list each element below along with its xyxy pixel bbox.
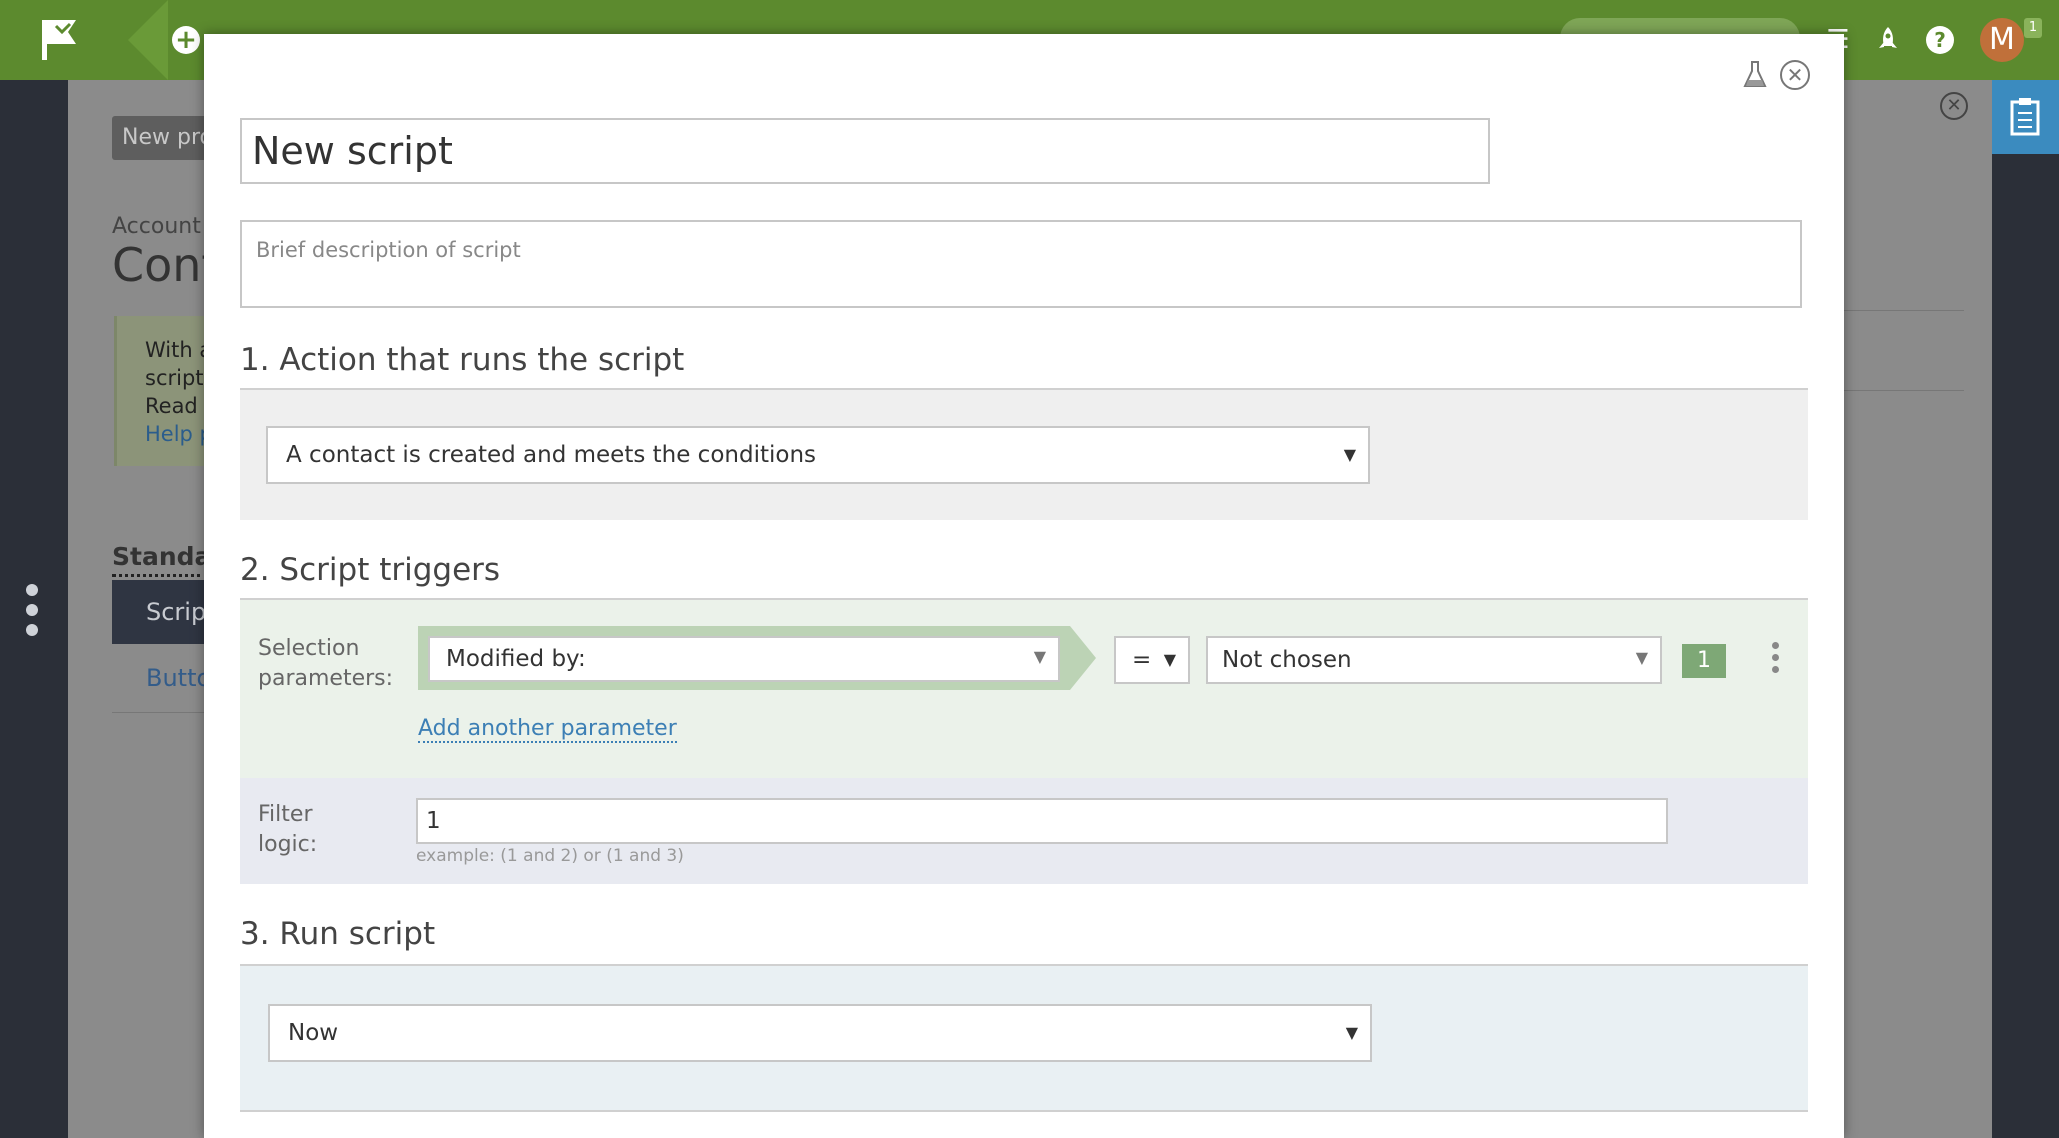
parameter-value: Not chosen bbox=[1222, 647, 1352, 673]
script-editor-modal: ✕ New script Brief description of script… bbox=[204, 34, 1844, 1138]
description-input[interactable]: Brief description of script bbox=[240, 220, 1802, 308]
right-panel-tab[interactable] bbox=[1992, 80, 2059, 154]
plus-icon[interactable]: + bbox=[172, 26, 200, 54]
divider bbox=[1840, 390, 1964, 391]
section-title-triggers: 2. Script triggers bbox=[240, 552, 501, 588]
flag-logo-icon[interactable] bbox=[40, 18, 78, 62]
label-line: Filter bbox=[258, 802, 313, 827]
parameter-index-badge: 1 bbox=[1682, 644, 1726, 678]
filter-logic-input[interactable]: 1 bbox=[416, 798, 1668, 844]
operator-select[interactable]: = ▼ bbox=[1114, 636, 1190, 684]
clipboard-icon bbox=[2010, 98, 2040, 136]
dropdown-arrow-icon: ▼ bbox=[1163, 650, 1176, 669]
label-line: Selection bbox=[258, 636, 360, 661]
notification-badge: 1 bbox=[2024, 18, 2042, 38]
parameter-field-select[interactable]: Modified by: ▼ bbox=[428, 636, 1060, 682]
section-heading: Standa bbox=[112, 542, 212, 571]
divider bbox=[112, 574, 208, 577]
label-line: logic: bbox=[258, 832, 318, 857]
info-note: With a scripts Read r Help p bbox=[114, 316, 214, 466]
parameter-chevron-tip bbox=[1070, 626, 1096, 690]
label-line: parameters: bbox=[258, 666, 394, 691]
action-select[interactable]: A contact is created and meets the condi… bbox=[266, 426, 1370, 484]
new-process-button[interactable]: New pro bbox=[112, 116, 212, 160]
dropdown-arrow-icon: ▼ bbox=[1033, 647, 1046, 666]
dropdown-arrow-icon: ▼ bbox=[1345, 1023, 1358, 1042]
rocket-icon[interactable] bbox=[1872, 24, 1904, 56]
close-icon[interactable]: ✕ bbox=[1780, 60, 1810, 90]
tab-buttons[interactable]: Butto bbox=[146, 664, 211, 692]
parameter-value-select[interactable]: Not chosen ▼ bbox=[1206, 636, 1662, 684]
tab-scripts[interactable]: Scrip bbox=[112, 580, 208, 644]
right-sidebar bbox=[1992, 80, 2059, 1138]
divider bbox=[112, 712, 208, 713]
dropdown-arrow-icon: ▼ bbox=[1343, 445, 1356, 464]
svg-text:?: ? bbox=[1934, 28, 1946, 52]
run-script-value: Now bbox=[288, 1020, 339, 1046]
close-icon[interactable]: ✕ bbox=[1940, 92, 1968, 120]
kebab-icon[interactable] bbox=[26, 584, 40, 644]
flask-icon[interactable] bbox=[1742, 60, 1768, 90]
parameter-field-value: Modified by: bbox=[446, 646, 586, 672]
operator-value: = bbox=[1132, 647, 1152, 673]
run-script-select[interactable]: Now ▼ bbox=[268, 1004, 1372, 1062]
kebab-icon[interactable] bbox=[1772, 642, 1780, 682]
divider bbox=[1840, 310, 1964, 311]
dropdown-arrow-icon: ▼ bbox=[1635, 648, 1648, 667]
filter-logic-hint: example: (1 and 2) or (1 and 3) bbox=[416, 846, 684, 866]
section-title-run: 3. Run script bbox=[240, 916, 436, 952]
add-parameter-link[interactable]: Add another parameter bbox=[418, 716, 677, 743]
filter-logic-label: Filter logic: bbox=[258, 800, 317, 860]
divider bbox=[240, 1110, 1808, 1112]
selection-parameters-label: Selection parameters: bbox=[258, 634, 393, 694]
help-icon[interactable]: ? bbox=[1924, 24, 1956, 56]
nav-tip bbox=[128, 0, 168, 80]
avatar[interactable]: M bbox=[1980, 18, 2024, 62]
section-title-action: 1. Action that runs the script bbox=[240, 342, 685, 378]
action-select-value: A contact is created and meets the condi… bbox=[286, 442, 817, 468]
script-title-input[interactable]: New script bbox=[240, 118, 1490, 184]
